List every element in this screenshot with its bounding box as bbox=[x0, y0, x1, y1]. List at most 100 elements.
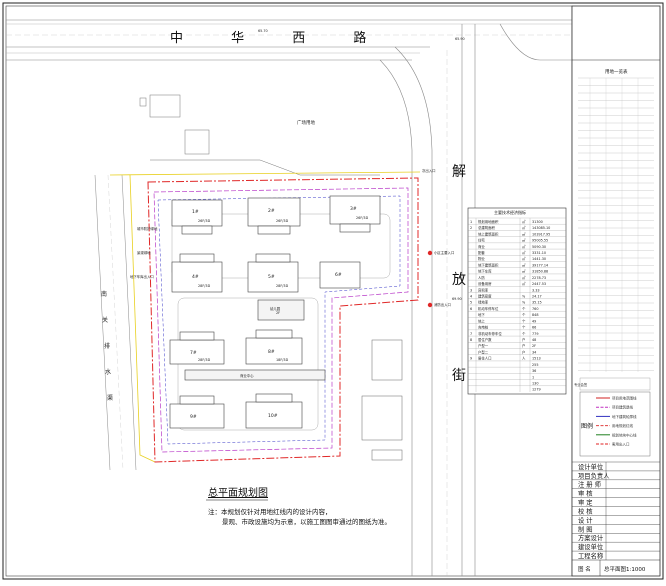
building-label-7: 7# bbox=[190, 350, 197, 356]
north-road-label: 中 华 西 路 bbox=[170, 30, 388, 46]
river-char-4: 水 bbox=[105, 368, 111, 376]
econ-row-value: 49 bbox=[532, 319, 536, 323]
econ-row-value: 31300 bbox=[532, 220, 543, 224]
econ-row-item: 非机动车停车位 bbox=[478, 331, 502, 336]
econ-row-num: 1 bbox=[470, 220, 472, 224]
econ-row-item: 户型一 bbox=[478, 343, 489, 348]
econ-row-item: 充电桩 bbox=[478, 325, 489, 330]
tb-sheet-value: 总平面图1:1000 bbox=[604, 565, 646, 573]
building-label-5: 5# bbox=[268, 274, 275, 280]
north-entrance-label: 次出入口 bbox=[422, 168, 436, 173]
econ-row-num: 5 bbox=[470, 301, 472, 305]
secondary-entrance-marker[interactable] bbox=[427, 302, 433, 308]
econ-row-item: 机动车停车位 bbox=[478, 306, 499, 311]
econ-row-value: 760 bbox=[532, 307, 538, 311]
econ-row-num: 8 bbox=[470, 338, 472, 342]
econ-row-value: 39177.14 bbox=[532, 263, 548, 267]
floor-tag-8: 2F bbox=[276, 311, 280, 315]
main-entrance-label: 小区主要入口 bbox=[434, 250, 454, 255]
building-label-10: 10# bbox=[268, 413, 278, 419]
econ-row-value: 130 bbox=[532, 381, 538, 385]
river-char-5: 渠 bbox=[107, 394, 113, 402]
building-label-9: 9# bbox=[190, 414, 197, 420]
econ-row-item: 设备用房 bbox=[478, 281, 492, 286]
econ-row-value: 24.17 bbox=[532, 294, 542, 298]
econ-row-value: 848 bbox=[532, 313, 538, 317]
econ-row-value: 2F bbox=[532, 344, 536, 348]
econ-table-title: 主要技术经济指标 bbox=[494, 209, 526, 215]
tb-row-label: 审 定 bbox=[578, 498, 593, 507]
east-road-char-3: 街 bbox=[452, 368, 466, 384]
econ-table: 主要技术经济指标 1 规划用地面积㎡ 313002 总建筑面积㎡ 143085.10地上… bbox=[467, 207, 567, 395]
kindergarten-label: 幼儿园 bbox=[270, 306, 281, 311]
north-road-elev: 65.70 bbox=[258, 29, 268, 33]
east-road-char-2: 放 bbox=[452, 272, 466, 288]
building-label-2: 2# bbox=[268, 208, 275, 214]
tb-row-label: 设计单位 bbox=[578, 462, 604, 471]
econ-row-item: 地下 bbox=[478, 312, 485, 317]
econ-row-value: 1 bbox=[532, 375, 534, 379]
econ-row-item: 居住人口 bbox=[478, 356, 492, 361]
west-buffer-label: 城市防护绿地 bbox=[137, 226, 158, 231]
west-green-label: 景观绿地 bbox=[137, 250, 151, 255]
econ-row-num: 4 bbox=[470, 294, 472, 298]
econ-row-num: 7 bbox=[470, 332, 472, 336]
tb-row-label: 制 图 bbox=[578, 524, 593, 533]
tb-row-label: 建设单位 bbox=[578, 542, 604, 551]
floor-tag-4: 28F/3D bbox=[198, 284, 211, 288]
tb-top-header: 用地一览表 bbox=[605, 68, 628, 75]
econ-row-value: 143085.10 bbox=[532, 226, 550, 230]
econ-row-item: 地上 bbox=[478, 318, 485, 323]
drawing-title: 总平面规划图 bbox=[208, 486, 268, 499]
tb-row-label: 注 册 师 bbox=[578, 480, 601, 489]
east-road-elev: 69.90 bbox=[452, 297, 462, 301]
econ-row-item: 户型二 bbox=[478, 349, 489, 354]
floor-tag-5: 28F/3D bbox=[276, 284, 289, 288]
kindergarten-block bbox=[257, 299, 305, 321]
econ-row-unit: 户 bbox=[522, 337, 525, 342]
econ-row-value: 1279 bbox=[532, 388, 541, 392]
floor-tag-6: 28F/3D bbox=[198, 358, 211, 362]
econ-row-item: 物业 bbox=[478, 256, 485, 261]
econ-row-value: 103917.95 bbox=[532, 232, 550, 236]
econ-row-value: 5090.30 bbox=[532, 245, 546, 249]
econ-row-value: 3.33 bbox=[532, 288, 540, 292]
river-char-3: 排 bbox=[104, 342, 110, 350]
floor-tag-7: 18F/3D bbox=[276, 358, 289, 362]
title-block: 用地一览表 图例 项目用地范围线项目建筑退线地下建筑轮廓线用地规划红线规划地块中… bbox=[571, 5, 661, 577]
econ-row-value: 35.15 bbox=[532, 301, 542, 305]
econ-row-value: 1441.30 bbox=[532, 257, 546, 261]
commercial-strip bbox=[184, 369, 326, 381]
econ-row-item: 总建筑面积 bbox=[478, 225, 496, 230]
econ-row-item: 地下车库 bbox=[478, 269, 492, 274]
building-label-6: 6# bbox=[335, 272, 342, 278]
econ-row-value: 66 bbox=[532, 326, 536, 330]
east-road-char-1: 解 bbox=[452, 164, 466, 180]
econ-row-num: 6 bbox=[470, 307, 472, 311]
legend-label: 地下建筑轮廓线 bbox=[612, 414, 637, 419]
river-char-1: 南 bbox=[101, 290, 107, 298]
building-label-3: 3# bbox=[350, 206, 357, 212]
north-east-road-elev: 65.90 bbox=[455, 37, 465, 41]
econ-row-item: 规划用地面积 bbox=[478, 219, 499, 224]
econ-row-item: 配套 bbox=[478, 250, 485, 255]
econ-row-num: 3 bbox=[470, 288, 472, 292]
legend-label: 项目用地范围线 bbox=[612, 396, 637, 401]
drawing-sheet: 中 华 西 路 65.70 65.90 解 放 街 69.90 南 关 排 水 … bbox=[0, 0, 666, 582]
main-entrance-marker[interactable] bbox=[427, 250, 433, 256]
river-char-2: 关 bbox=[102, 316, 108, 324]
drawing-note-1: 注：本规划仅针对用地红线内的设计内容， bbox=[208, 507, 332, 516]
tb-row-label: 校 核 bbox=[578, 506, 593, 515]
secondary-entrance-label: 消防出入口 bbox=[434, 302, 451, 307]
tb-row-label: 设 计 bbox=[578, 515, 593, 524]
floor-tag-2: 26F/3D bbox=[276, 219, 289, 223]
legend-label: 客用出入口 bbox=[612, 442, 630, 447]
legend-label: 项目建筑退线 bbox=[612, 405, 633, 410]
econ-row-item: 住宅 bbox=[478, 238, 485, 243]
tb-row-label: 项目负责人 bbox=[578, 471, 610, 480]
tb-row-label: 工程名称 bbox=[578, 551, 604, 560]
drawing-note-2: 景观、市政设施均为示意，以施工图图审通过的图纸为准。 bbox=[222, 517, 391, 526]
econ-row-value: 34 bbox=[532, 350, 536, 354]
tb-stamp-label: 专业会签 bbox=[574, 382, 588, 387]
econ-row-item: 地上建筑面积 bbox=[478, 231, 499, 236]
